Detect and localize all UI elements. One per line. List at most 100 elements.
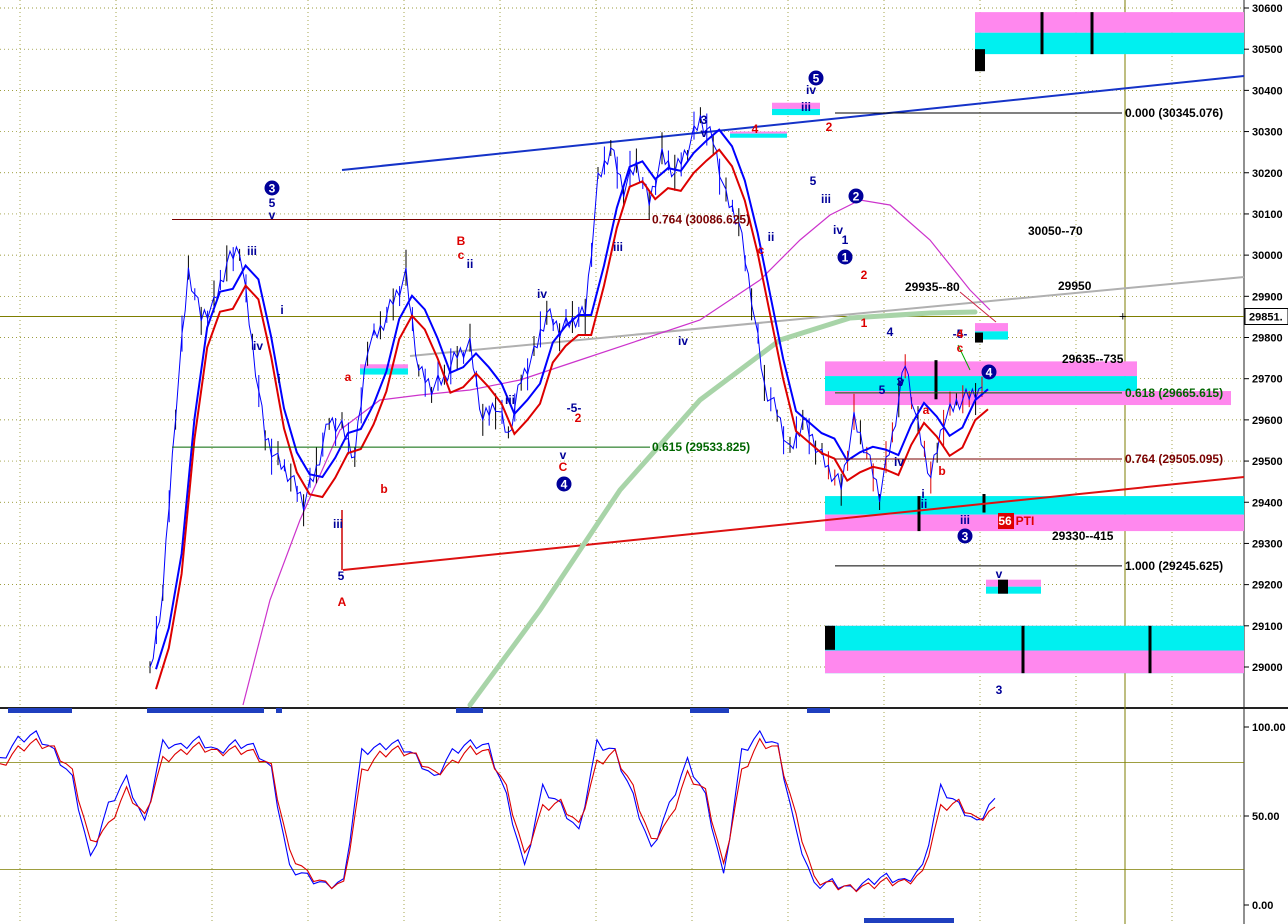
blue-wave-label: 5	[338, 569, 345, 583]
blue-wave-label: iii	[960, 513, 970, 527]
blue-wave-label: ii	[921, 497, 928, 511]
zone-range-label: 29935--80	[905, 280, 960, 294]
time-marker	[807, 708, 830, 713]
zone-range-label: 30050--70	[1028, 224, 1083, 238]
zone-peak2-cyan	[730, 133, 787, 138]
osc-y-tick-label: 0.00	[1252, 900, 1273, 912]
red-wave-label: a	[345, 370, 352, 384]
blue-wave-label: iv	[253, 339, 263, 353]
circled-wave-label: 3	[962, 530, 969, 544]
red-wave-label: 56	[998, 514, 1012, 528]
zone-peak-pink	[772, 102, 820, 109]
zone-marker	[998, 579, 1008, 594]
blue-wave-label: 5	[879, 383, 886, 397]
y-tick-label: 29600	[1252, 415, 1283, 427]
circled-wave-label: 1	[842, 251, 849, 265]
blue-wave-label: 1	[842, 233, 849, 247]
time-marker	[147, 708, 264, 713]
y-tick-label: 29400	[1252, 497, 1283, 509]
zone-marker	[975, 49, 985, 72]
y-tick-label: 30000	[1252, 250, 1283, 262]
zone-marker	[975, 332, 983, 343]
zone-bottom-cyan	[825, 625, 1244, 651]
red-wave-label: C	[559, 460, 568, 474]
red-wave-label: PTI	[1016, 514, 1035, 528]
red-wave-label: 1	[861, 316, 868, 330]
blue-wave-label: 5	[810, 174, 817, 188]
circled-wave-label: 4	[986, 366, 993, 380]
y-tick-label: 30200	[1252, 168, 1283, 180]
blue-wave-label: iii	[821, 192, 831, 206]
zone-range-label: 29950	[1058, 279, 1092, 293]
fib-label: 0.000 (30345.076)	[1125, 106, 1223, 120]
red-wave-label: 2	[575, 411, 582, 425]
blue-wave-label: i	[280, 303, 283, 317]
y-tick-label: 30400	[1252, 85, 1283, 97]
y-tick-label: 29800	[1252, 333, 1283, 345]
zone-range-label: 29330--415	[1052, 529, 1114, 543]
current-price-label: 29851.	[1249, 311, 1283, 323]
zone-bottom-pink	[825, 650, 1244, 674]
circled-wave-label: 2	[853, 190, 860, 204]
time-marker	[690, 708, 729, 713]
blue-wave-label: i	[277, 372, 280, 386]
osc-y-tick-label: 100.00	[1252, 722, 1286, 734]
red-wave-label: 4	[752, 122, 759, 136]
red-wave-label: a	[923, 403, 930, 417]
zone-marker	[825, 625, 835, 650]
blue-wave-label: v	[701, 126, 708, 140]
blue-wave-label: iv	[537, 287, 547, 301]
time-marker	[8, 708, 72, 713]
time-marker	[276, 708, 282, 713]
blue-wave-label: iii	[801, 100, 811, 114]
blue-wave-label: v	[996, 567, 1003, 581]
elliott-wave-chart: + 0.000 (30345.076) 0.764 (30086.625) 0.61…	[0, 0, 1288, 924]
zone-mini-pink	[975, 323, 1008, 332]
y-tick-label: 29700	[1252, 374, 1283, 386]
red-wave-label: 2	[826, 120, 833, 134]
red-wave-label: 2	[861, 268, 868, 282]
time-marker	[864, 918, 954, 923]
blue-wave-label: iv	[678, 334, 688, 348]
y-tick-label: 29500	[1252, 456, 1283, 468]
y-tick-label: 29200	[1252, 580, 1283, 592]
y-tick-label: 29300	[1252, 538, 1283, 550]
price-panel	[0, 0, 1244, 705]
zone-range-label: 29635--735	[1062, 352, 1124, 366]
zone-lower-pink	[825, 514, 1244, 532]
blue-wave-label: 4	[887, 325, 894, 339]
blue-wave-label: iii	[505, 393, 515, 407]
y-tick-label: 29100	[1252, 621, 1283, 633]
red-wave-label: b	[380, 482, 387, 496]
y-tick-label: 29000	[1252, 662, 1283, 674]
y-tick-label: 30100	[1252, 209, 1283, 221]
y-tick-label: 30500	[1252, 44, 1283, 56]
zone-top-cyan	[975, 32, 1244, 55]
red-wave-label: b	[938, 464, 945, 478]
zone-top-pink	[975, 12, 1244, 33]
zone-upper-cyan2	[825, 376, 1137, 392]
blue-wave-label: iii	[333, 517, 343, 531]
time-marker	[456, 708, 483, 713]
fib-label: 1.000 (29245.625)	[1125, 559, 1223, 573]
red-wave-label: c	[758, 243, 765, 257]
zone-peak2-pink	[730, 131, 787, 134]
fib-label: 0.764 (29505.095)	[1125, 452, 1223, 466]
fib-label: 0.615 (29533.825)	[652, 440, 750, 454]
blue-wave-label: iii	[247, 244, 257, 258]
fib-label: 0.618 (29665.615)	[1125, 386, 1223, 400]
chart-canvas: + 0.000 (30345.076) 0.764 (30086.625) 0.61…	[0, 0, 1288, 924]
red-wave-label: 4	[957, 327, 964, 341]
blue-wave-label: 3	[996, 683, 1003, 697]
zone-peak-cyan	[772, 108, 820, 116]
red-wave-label: B	[457, 234, 466, 248]
zone-small-cyan	[986, 586, 1041, 594]
blue-wave-label: iii	[613, 240, 623, 254]
y-tick-label: 29900	[1252, 291, 1283, 303]
oscillator-panel	[0, 712, 1244, 924]
zone-small-pink	[986, 579, 1041, 587]
y-tick-label: 30300	[1252, 127, 1283, 139]
blue-wave-label: v	[898, 375, 905, 389]
red-wave-label: A	[338, 595, 347, 609]
red-wave-label: c	[957, 341, 964, 355]
